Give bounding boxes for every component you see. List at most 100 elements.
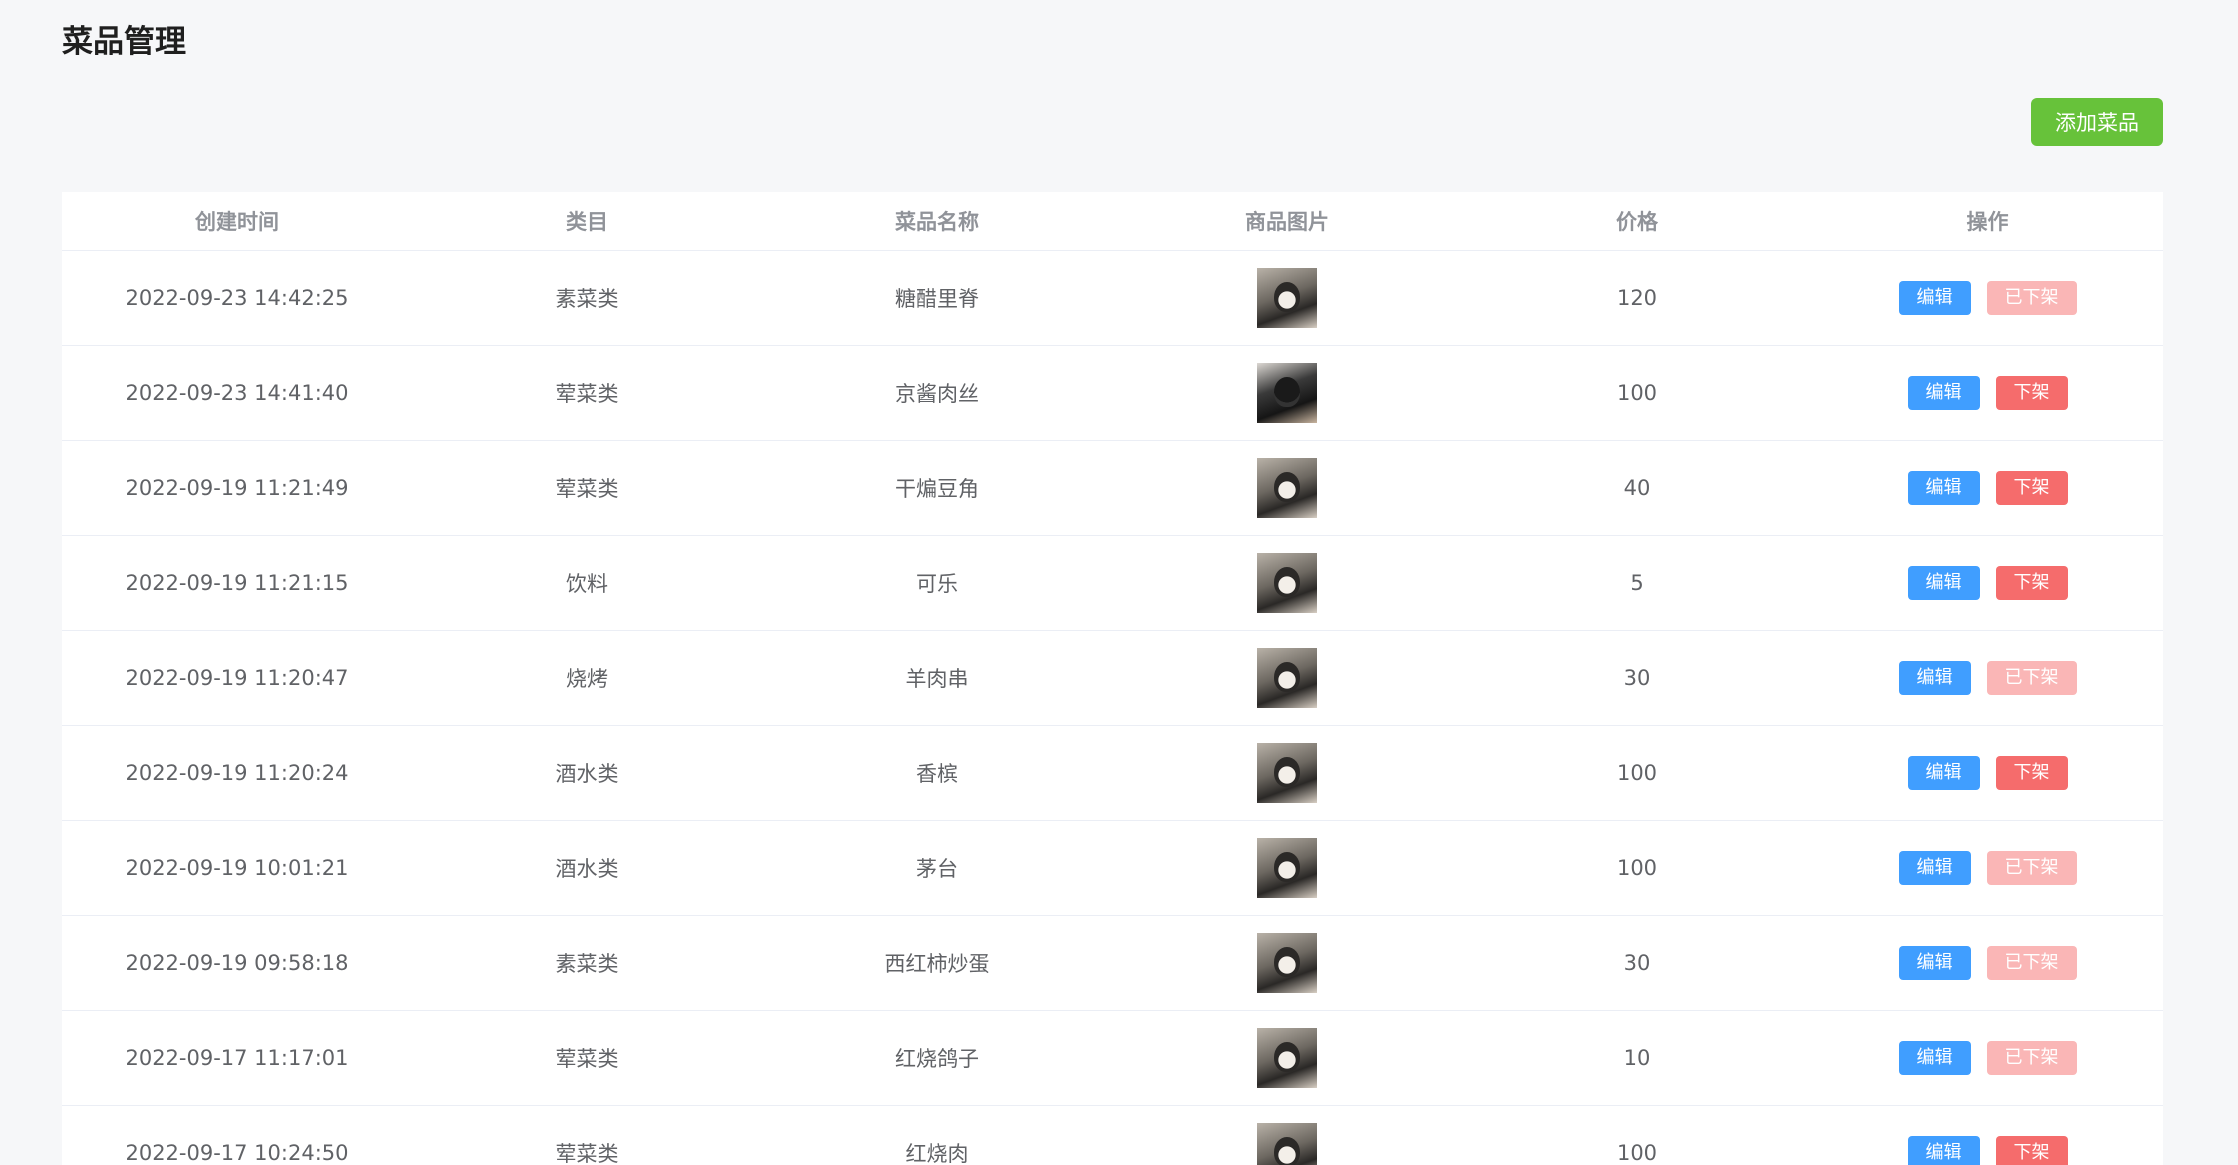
table-row: 2022-09-17 11:17:01 荤菜类 红烧鸽子 10 编辑 已下架: [62, 1010, 2163, 1106]
cell-price: 120: [1462, 250, 1812, 346]
dish-table: 创建时间 类目 菜品名称 商品图片 价格 操作 2022-09-23 14:42…: [62, 192, 2163, 1165]
cell-price: 100: [1462, 725, 1812, 821]
cell-image: [1112, 250, 1462, 346]
column-header-actions: 操作: [1812, 192, 2163, 251]
cell-dish-name: 可乐: [762, 535, 1112, 631]
cell-price: 30: [1462, 630, 1812, 726]
table-row: 2022-09-17 10:24:50 荤菜类 红烧肉 100 编辑 下架: [62, 1105, 2163, 1165]
cell-actions: 编辑 下架: [1812, 345, 2163, 441]
cell-category: 荤菜类: [412, 1010, 762, 1106]
cell-actions: 编辑 下架: [1812, 440, 2163, 536]
cell-price: 100: [1462, 1105, 1812, 1165]
cell-actions: 编辑 下架: [1812, 1105, 2163, 1165]
cell-price: 10: [1462, 1010, 1812, 1106]
cell-created-time: 2022-09-19 11:20:47: [62, 630, 412, 726]
cell-created-time: 2022-09-19 11:21:49: [62, 440, 412, 536]
cell-actions: 编辑 下架: [1812, 535, 2163, 631]
dish-photo-icon: [1257, 1123, 1317, 1165]
cell-created-time: 2022-09-19 11:20:24: [62, 725, 412, 821]
edit-button[interactable]: 编辑: [1898, 851, 1971, 885]
cell-dish-name: 红烧肉: [762, 1105, 1112, 1165]
cell-price: 100: [1462, 820, 1812, 916]
cell-category: 素菜类: [412, 915, 762, 1011]
edit-button[interactable]: 编辑: [1907, 471, 1980, 505]
take-down-button: 已下架: [1986, 946, 2077, 980]
cell-price: 30: [1462, 915, 1812, 1011]
dish-photo-icon: [1257, 838, 1317, 898]
page-title: 菜品管理: [62, 24, 186, 60]
edit-button[interactable]: 编辑: [1898, 946, 1971, 980]
edit-button[interactable]: 编辑: [1898, 661, 1971, 695]
take-down-button: 已下架: [1986, 1041, 2077, 1075]
cell-actions: 编辑 下架: [1812, 725, 2163, 821]
cell-image: [1112, 440, 1462, 536]
cell-category: 素菜类: [412, 250, 762, 346]
cell-actions: 编辑 已下架: [1812, 1010, 2163, 1106]
take-down-button[interactable]: 下架: [1995, 471, 2068, 505]
table-row: 2022-09-19 11:21:15 饮料 可乐 5 编辑 下架: [62, 535, 2163, 631]
take-down-button[interactable]: 下架: [1995, 1136, 2068, 1165]
cell-price: 40: [1462, 440, 1812, 536]
cell-category: 烧烤: [412, 630, 762, 726]
cell-image: [1112, 345, 1462, 441]
cell-image: [1112, 915, 1462, 1011]
cell-category: 荤菜类: [412, 440, 762, 536]
column-header-category: 类目: [412, 192, 762, 251]
dish-management-page: 菜品管理 添加菜品 创建时间 类目 菜品名称 商品图片 价格 操作 2022-0…: [0, 0, 2238, 1165]
cell-actions: 编辑 已下架: [1812, 250, 2163, 346]
take-down-button: 已下架: [1986, 851, 2077, 885]
dish-photo-icon: [1257, 268, 1317, 328]
dish-photo-icon: [1257, 743, 1317, 803]
table-row: 2022-09-19 11:20:47 烧烤 羊肉串 30 编辑 已下架: [62, 630, 2163, 726]
dish-photo-icon: [1257, 1028, 1317, 1088]
cell-image: [1112, 820, 1462, 916]
table-row: 2022-09-19 09:58:18 素菜类 西红柿炒蛋 30 编辑 已下架: [62, 915, 2163, 1011]
take-down-button[interactable]: 下架: [1995, 566, 2068, 600]
cell-category: 荤菜类: [412, 345, 762, 441]
dish-photo-icon: [1257, 648, 1317, 708]
cell-image: [1112, 1105, 1462, 1165]
cell-price: 5: [1462, 535, 1812, 631]
cell-category: 酒水类: [412, 725, 762, 821]
cell-image: [1112, 535, 1462, 631]
cell-dish-name: 西红柿炒蛋: [762, 915, 1112, 1011]
cell-dish-name: 香槟: [762, 725, 1112, 821]
table-row: 2022-09-19 10:01:21 酒水类 茅台 100 编辑 已下架: [62, 820, 2163, 916]
cell-created-time: 2022-09-19 10:01:21: [62, 820, 412, 916]
take-down-button[interactable]: 下架: [1995, 376, 2068, 410]
column-header-created: 创建时间: [62, 192, 412, 251]
cell-category: 酒水类: [412, 820, 762, 916]
cell-dish-name: 红烧鸽子: [762, 1010, 1112, 1106]
edit-button[interactable]: 编辑: [1907, 1136, 1980, 1165]
cell-actions: 编辑 已下架: [1812, 630, 2163, 726]
cell-created-time: 2022-09-23 14:42:25: [62, 250, 412, 346]
cell-dish-name: 茅台: [762, 820, 1112, 916]
dish-photo-icon: [1257, 458, 1317, 518]
edit-button[interactable]: 编辑: [1907, 376, 1980, 410]
cell-category: 饮料: [412, 535, 762, 631]
edit-button[interactable]: 编辑: [1907, 566, 1980, 600]
column-header-name: 菜品名称: [762, 192, 1112, 251]
take-down-button: 已下架: [1986, 661, 2077, 695]
cell-created-time: 2022-09-17 11:17:01: [62, 1010, 412, 1106]
cell-created-time: 2022-09-19 09:58:18: [62, 915, 412, 1011]
add-dish-button[interactable]: 添加菜品: [2031, 98, 2163, 146]
take-down-button[interactable]: 下架: [1995, 756, 2068, 790]
table-header-row: 创建时间 类目 菜品名称 商品图片 价格 操作: [62, 192, 2163, 251]
dish-photo-icon: [1257, 553, 1317, 613]
edit-button[interactable]: 编辑: [1898, 281, 1971, 315]
cell-created-time: 2022-09-17 10:24:50: [62, 1105, 412, 1165]
edit-button[interactable]: 编辑: [1907, 756, 1980, 790]
table-row: 2022-09-23 14:42:25 素菜类 糖醋里脊 120 编辑 已下架: [62, 250, 2163, 346]
cell-price: 100: [1462, 345, 1812, 441]
cell-created-time: 2022-09-23 14:41:40: [62, 345, 412, 441]
column-header-image: 商品图片: [1112, 192, 1462, 251]
cell-created-time: 2022-09-19 11:21:15: [62, 535, 412, 631]
cell-actions: 编辑 已下架: [1812, 915, 2163, 1011]
take-down-button: 已下架: [1986, 281, 2077, 315]
cell-actions: 编辑 已下架: [1812, 820, 2163, 916]
table-row: 2022-09-19 11:20:24 酒水类 香槟 100 编辑 下架: [62, 725, 2163, 821]
cell-category: 荤菜类: [412, 1105, 762, 1165]
edit-button[interactable]: 编辑: [1898, 1041, 1971, 1075]
dish-photo-icon: [1257, 363, 1317, 423]
